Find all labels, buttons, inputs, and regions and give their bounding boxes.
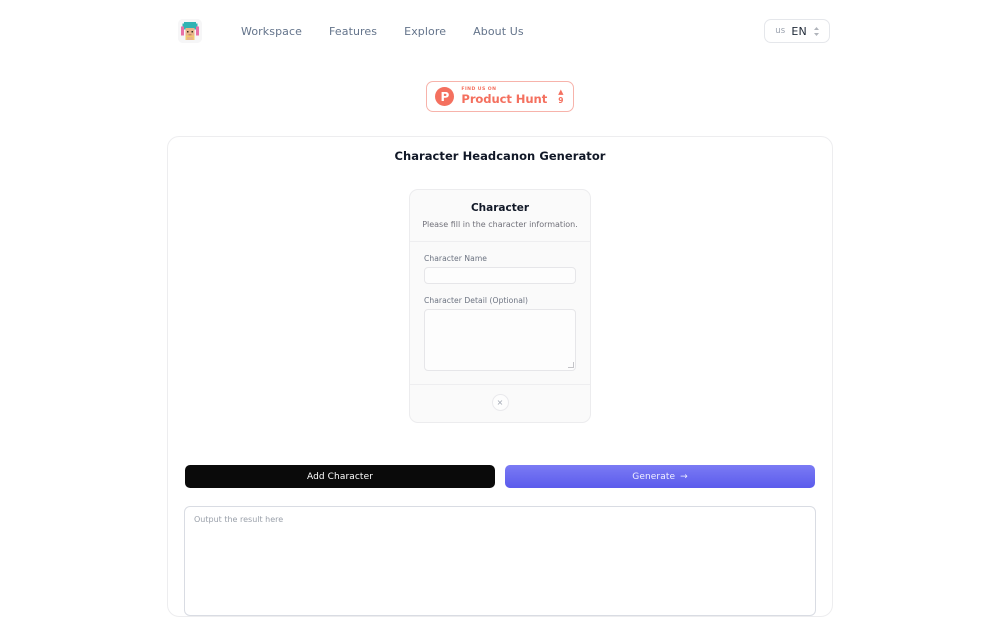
pixel-avatar-svg (178, 19, 202, 43)
character-card-description: Please fill in the character information… (422, 219, 578, 229)
character-detail-textarea[interactable] (424, 309, 576, 372)
nav-links: Workspace Features Explore About Us (241, 25, 524, 38)
product-hunt-badge[interactable]: P FIND US ON Product Hunt ▲ 9 (426, 81, 574, 112)
output-textarea[interactable] (184, 506, 816, 617)
product-hunt-text: FIND US ON Product Hunt (461, 87, 547, 106)
nav-link-features[interactable]: Features (329, 25, 377, 38)
language-code-label: EN (791, 24, 807, 38)
generate-button-label: Generate (632, 471, 676, 482)
character-card-body: Character Name Character Detail (Optiona… (410, 242, 590, 384)
character-card-wrap: Character Please fill in the character i… (184, 189, 816, 424)
pixel-avatar-logo-icon[interactable] (178, 19, 202, 43)
nav-link-about-us[interactable]: About Us (473, 25, 524, 38)
character-detail-group: Character Detail (Optional) (424, 296, 576, 372)
product-hunt-votes: ▲ 9 (558, 87, 564, 105)
arrow-right-icon: → (680, 471, 688, 482)
product-hunt-name: Product Hunt (461, 91, 548, 106)
generator-card: Character Headcanon Generator Character … (167, 136, 833, 617)
top-navbar: Workspace Features Explore About Us us E… (0, 0, 1000, 62)
chevron-up-down-icon (813, 26, 820, 37)
character-detail-label: Character Detail (Optional) (424, 296, 529, 306)
character-card-footer: × (410, 384, 590, 422)
character-card: Character Please fill in the character i… (409, 189, 591, 424)
character-name-label: Character Name (424, 254, 488, 264)
upvote-caret-icon: ▲ (558, 87, 564, 96)
product-hunt-row: P FIND US ON Product Hunt ▲ 9 (0, 81, 1000, 112)
generate-button[interactable]: Generate → (505, 465, 815, 489)
character-card-header: Character Please fill in the character i… (410, 190, 590, 243)
nav-link-workspace[interactable]: Workspace (241, 25, 302, 38)
nav-link-explore[interactable]: Explore (404, 25, 446, 38)
character-name-group: Character Name (424, 254, 576, 285)
remove-character-button[interactable]: × (491, 394, 509, 412)
product-hunt-vote-count: 9 (558, 95, 564, 105)
character-name-input[interactable] (424, 267, 576, 285)
add-character-button[interactable]: Add Character (185, 465, 495, 489)
language-region-label: us (775, 26, 786, 36)
language-selector[interactable]: us EN (764, 19, 830, 43)
character-card-title: Character (470, 202, 530, 214)
product-hunt-logo-icon: P (435, 87, 455, 106)
page-title: Character Headcanon Generator (394, 149, 606, 163)
chevron-up-down-svg (814, 26, 819, 36)
action-buttons-row: Add Character Generate → (184, 465, 816, 489)
